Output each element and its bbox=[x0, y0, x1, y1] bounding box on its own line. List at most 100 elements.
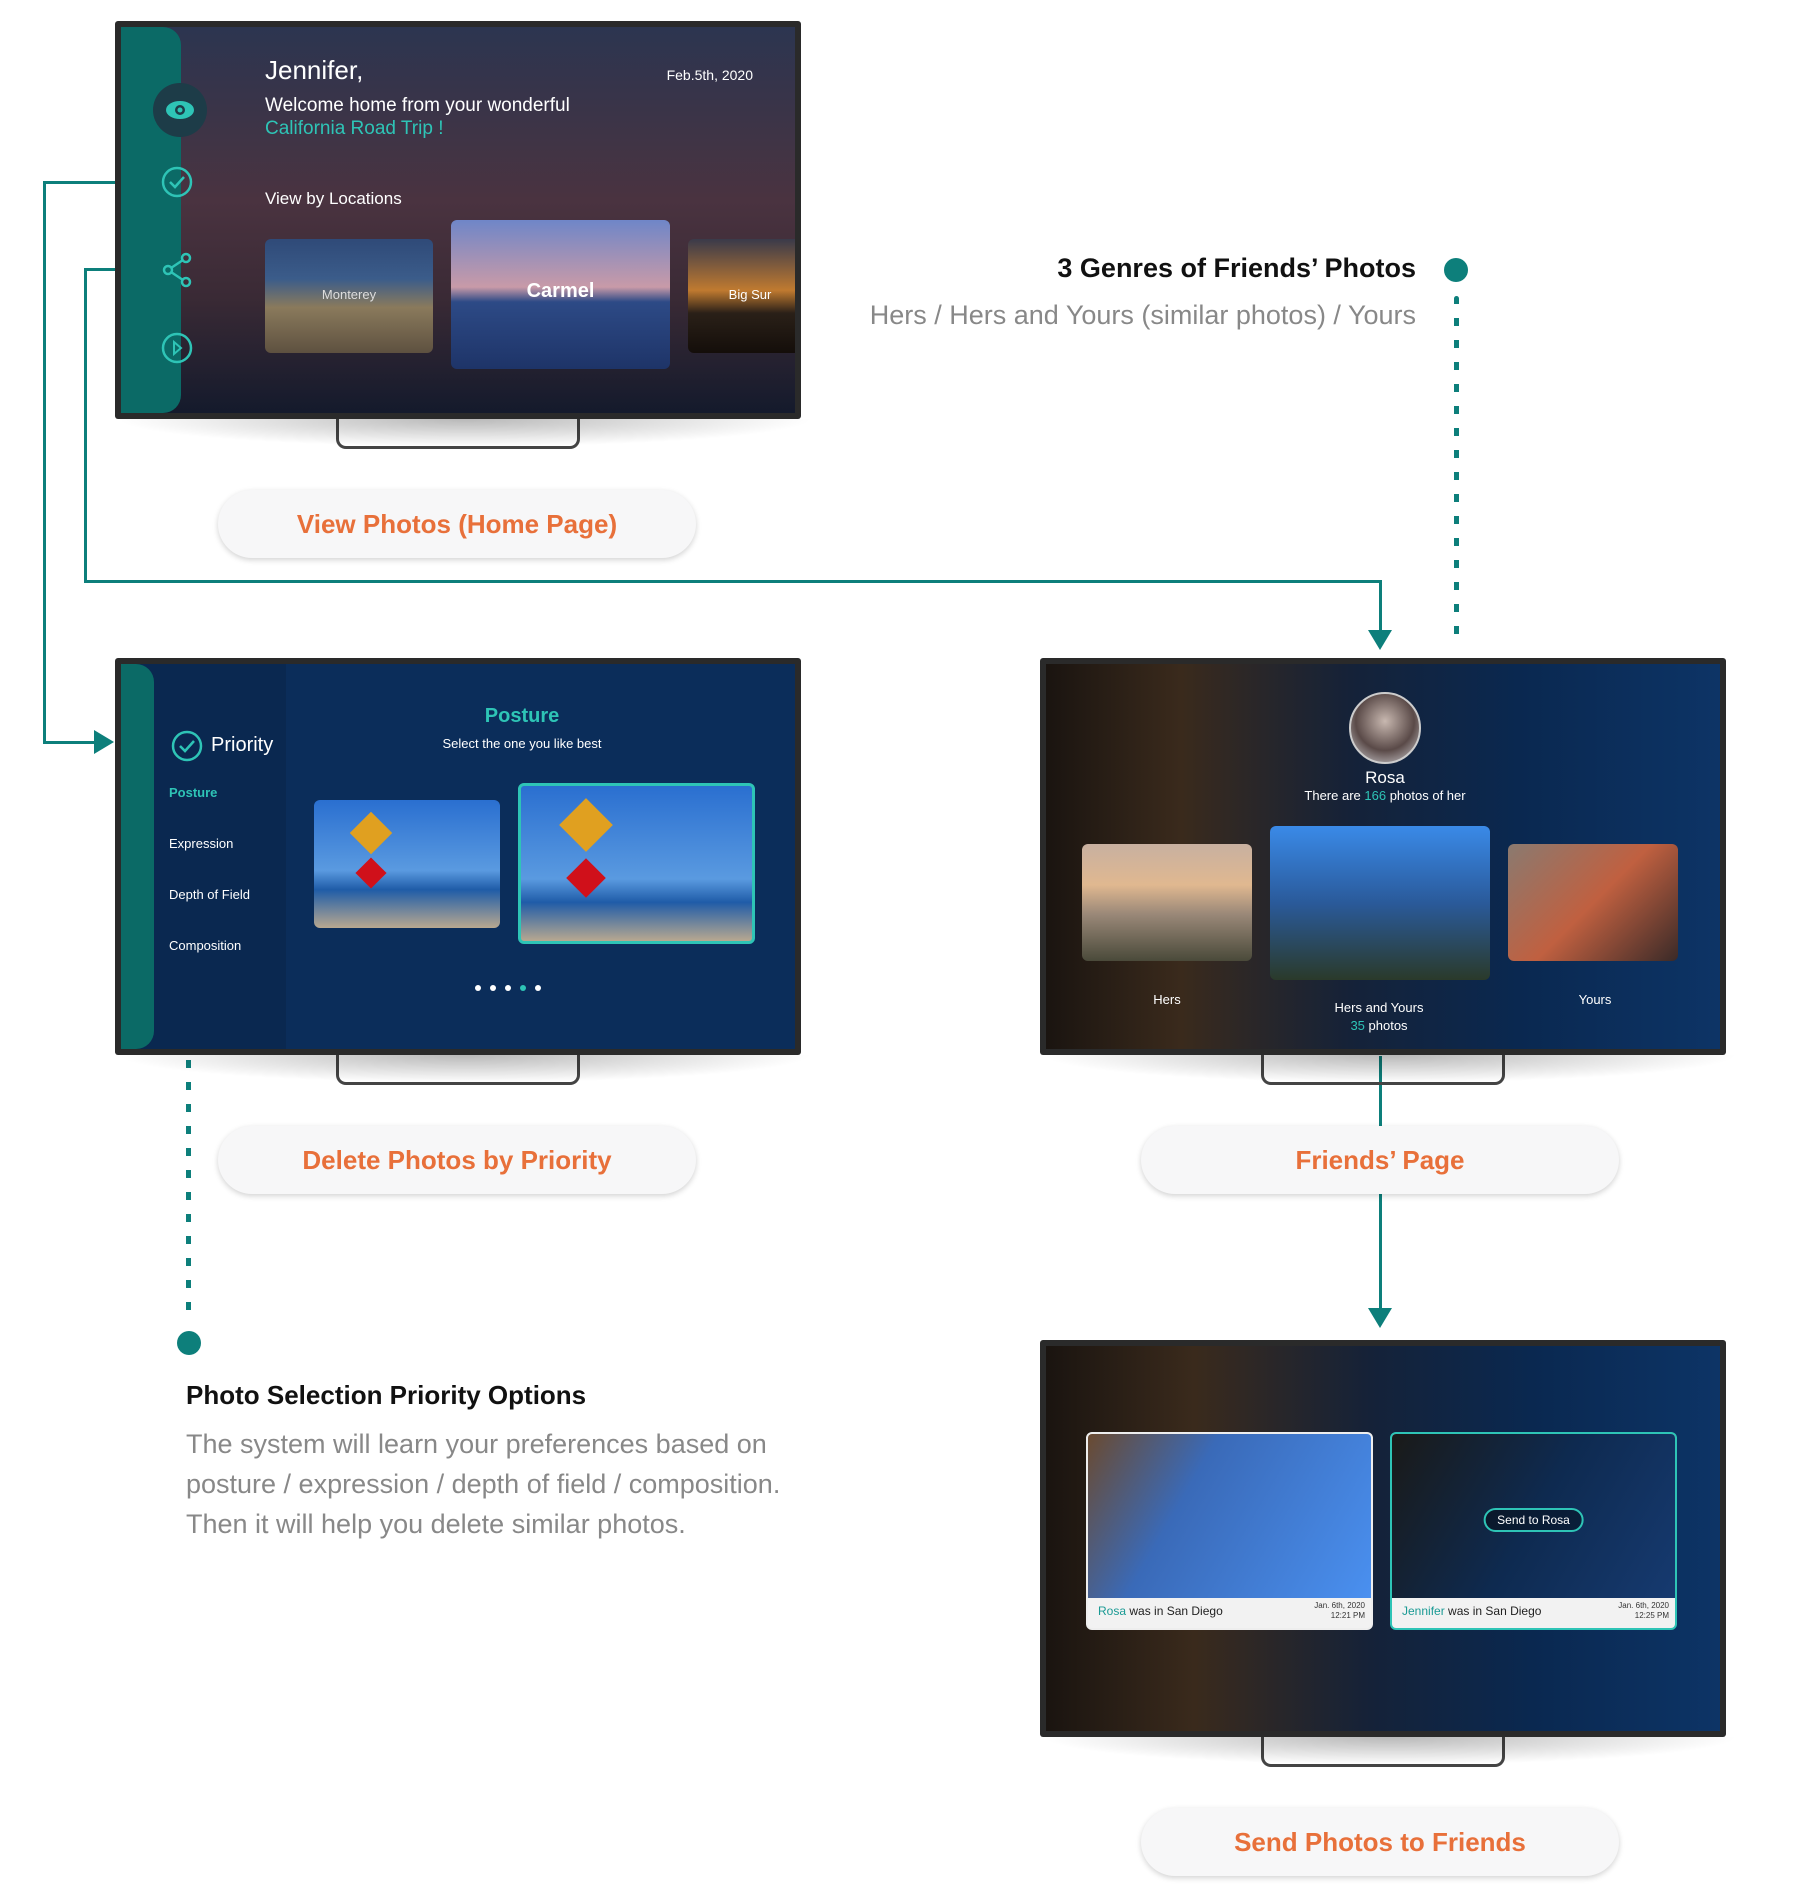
card-time: 12:21 PM bbox=[1330, 1611, 1365, 1620]
caption-send: Send Photos to Friends bbox=[1141, 1808, 1619, 1876]
genre-label: Hers and Yours bbox=[1334, 1000, 1424, 1015]
caption-line: Jennifer was in San Diego bbox=[1402, 1604, 1541, 1618]
caption-friends: Friends’ Page bbox=[1141, 1126, 1619, 1194]
connector bbox=[84, 580, 1382, 583]
count-suffix: photos of her bbox=[1386, 788, 1466, 803]
card-timestamp: Jan. 6th, 2020 12:25 PM bbox=[1618, 1601, 1669, 1621]
location-card-monterey[interactable]: Monterey bbox=[265, 239, 433, 353]
page-dot[interactable] bbox=[490, 985, 496, 991]
trip-name[interactable]: California Road Trip ! bbox=[265, 118, 443, 140]
genres-subtitle: Hers / Hers and Yours (similar photos) /… bbox=[869, 300, 1416, 330]
card-text: was in San Diego bbox=[1444, 1604, 1542, 1618]
sidebar bbox=[121, 664, 154, 1049]
tv-shadow bbox=[115, 419, 815, 447]
connector bbox=[1379, 1194, 1382, 1310]
caption-home: View Photos (Home Page) bbox=[218, 490, 696, 558]
option-posture[interactable]: Posture bbox=[169, 785, 217, 800]
tv-home: Jennifer, Feb.5th, 2020 Welcome home fro… bbox=[115, 21, 801, 419]
note-line: The system will learn your preferences b… bbox=[186, 1429, 767, 1459]
genre-label: Yours bbox=[1578, 992, 1612, 1007]
genre-label: Hers bbox=[1153, 992, 1181, 1007]
card-name: Rosa bbox=[1098, 1604, 1127, 1618]
friend-name: Rosa bbox=[1365, 768, 1405, 787]
home-screen: Jennifer, Feb.5th, 2020 Welcome home fro… bbox=[121, 27, 795, 413]
connector bbox=[43, 181, 46, 743]
count-value: 166 bbox=[1364, 788, 1387, 803]
avatar[interactable] bbox=[1349, 692, 1421, 764]
eye-button[interactable] bbox=[153, 83, 207, 137]
tv-shadow bbox=[1040, 1737, 1740, 1765]
card-date: Jan. 6th, 2020 bbox=[1314, 1601, 1365, 1610]
card-text: was in San Diego bbox=[1126, 1604, 1223, 1618]
priority-subtitle: Select the one you like best bbox=[442, 736, 602, 751]
photo bbox=[1088, 1434, 1371, 1598]
note-line: posture / expression / depth of field / … bbox=[186, 1469, 781, 1499]
priority-screen: Priority Posture Expression Depth of Fie… bbox=[121, 664, 795, 1049]
option-composition[interactable]: Composition bbox=[169, 938, 241, 953]
card-timestamp: Jan. 6th, 2020 12:21 PM bbox=[1314, 1601, 1365, 1621]
caption-line: Rosa was in San Diego bbox=[1098, 1604, 1223, 1618]
tv-send: Rosa was in San Diego Jan. 6th, 2020 12:2… bbox=[1040, 1340, 1726, 1737]
play-icon[interactable] bbox=[161, 332, 193, 364]
genre-yours[interactable] bbox=[1508, 844, 1678, 961]
connector bbox=[84, 268, 87, 583]
note-dot bbox=[177, 1331, 201, 1355]
posture-photo-1[interactable] bbox=[314, 800, 500, 928]
arrow-down-icon bbox=[1368, 1308, 1392, 1328]
dotted-connector bbox=[1454, 296, 1459, 646]
check-circle-icon bbox=[171, 730, 203, 762]
tv-shadow bbox=[1040, 1055, 1740, 1083]
connector bbox=[43, 741, 95, 744]
location-label: Carmel bbox=[526, 280, 595, 302]
eye-icon bbox=[166, 101, 194, 119]
genres-title: 3 Genres of Friends’ Photos bbox=[1057, 253, 1416, 283]
card-time: 12:25 PM bbox=[1634, 1611, 1669, 1620]
option-expression[interactable]: Expression bbox=[169, 836, 233, 851]
priority-heading: Priority bbox=[211, 734, 274, 756]
sign-icon bbox=[349, 811, 393, 855]
photo-card-rosa[interactable]: Rosa was in San Diego Jan. 6th, 2020 12:2… bbox=[1086, 1432, 1373, 1630]
tv-shadow bbox=[115, 1055, 815, 1083]
priority-note-text: The system will learn your preferences b… bbox=[186, 1424, 780, 1544]
priority-title: Posture bbox=[484, 705, 560, 727]
photo-card-jennifer[interactable]: Send to Rosa Jennifer was in San Diego J… bbox=[1390, 1432, 1677, 1630]
arrow-right-icon bbox=[94, 730, 114, 754]
posture-photo-2-selected[interactable] bbox=[518, 783, 755, 944]
genre-count-suffix: photos bbox=[1364, 1018, 1408, 1033]
location-label: Big Sur bbox=[728, 287, 772, 302]
priority-note-title: Photo Selection Priority Options bbox=[186, 1380, 587, 1410]
sign-icon bbox=[566, 858, 606, 898]
sign-icon bbox=[559, 798, 613, 852]
check-circle-icon[interactable] bbox=[161, 166, 193, 198]
section-title: View by Locations bbox=[265, 189, 402, 208]
card-name: Jennifer bbox=[1402, 1604, 1445, 1618]
genre-count: 35 photos bbox=[1350, 1018, 1407, 1033]
arrow-down-icon bbox=[1368, 630, 1392, 650]
page-dot[interactable] bbox=[505, 985, 511, 991]
page-dots[interactable] bbox=[475, 985, 541, 991]
greeting: Jennifer, bbox=[265, 55, 364, 85]
note-line: Then it will help you delete similar pho… bbox=[186, 1509, 686, 1539]
caption-priority: Delete Photos by Priority bbox=[218, 1126, 696, 1194]
note-dot bbox=[1444, 258, 1468, 282]
card-date: Jan. 6th, 2020 bbox=[1618, 1601, 1669, 1610]
send-to-rosa-button[interactable]: Send to Rosa bbox=[1483, 1508, 1584, 1532]
location-card-carmel[interactable]: Carmel bbox=[451, 220, 670, 369]
genre-hers[interactable] bbox=[1082, 844, 1252, 961]
option-depth-of-field[interactable]: Depth of Field bbox=[169, 887, 250, 902]
page-dot[interactable] bbox=[535, 985, 541, 991]
friends-screen: Rosa There are 166 photos of her Hers He… bbox=[1046, 664, 1720, 1049]
genre-hers-and-yours[interactable] bbox=[1270, 826, 1490, 980]
send-screen: Rosa was in San Diego Jan. 6th, 2020 12:2… bbox=[1046, 1346, 1720, 1731]
tv-priority: Priority Posture Expression Depth of Fie… bbox=[115, 658, 801, 1055]
connector bbox=[1379, 580, 1382, 632]
genre-count-value: 35 bbox=[1350, 1018, 1365, 1033]
page-dot[interactable] bbox=[475, 985, 481, 991]
date: Feb.5th, 2020 bbox=[666, 67, 753, 83]
location-card-big-sur[interactable]: Big Sur bbox=[688, 239, 795, 353]
sign-icon bbox=[355, 857, 387, 889]
page-dot-active[interactable] bbox=[520, 985, 526, 991]
share-icon[interactable] bbox=[161, 252, 193, 288]
count-prefix: There are bbox=[1304, 788, 1365, 803]
location-label: Monterey bbox=[321, 287, 377, 302]
